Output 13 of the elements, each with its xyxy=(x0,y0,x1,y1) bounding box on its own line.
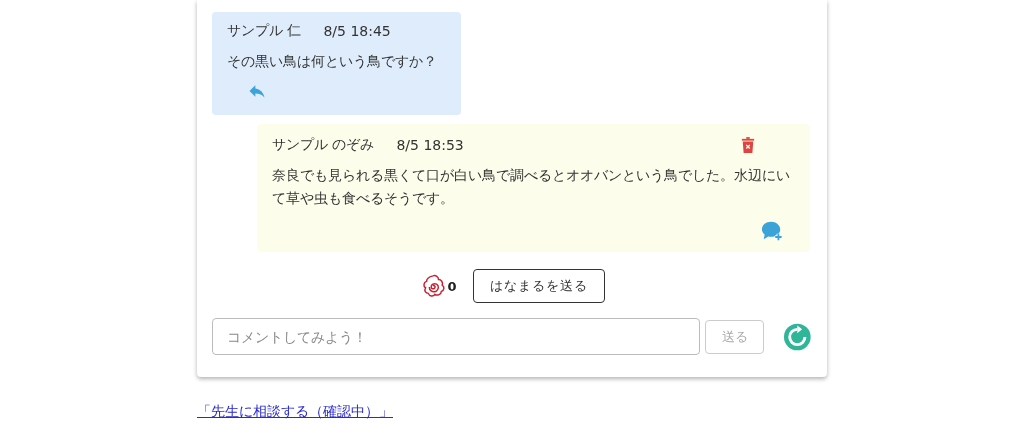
delete-icon[interactable] xyxy=(741,137,755,153)
timestamp: 8/5 18:53 xyxy=(396,137,464,153)
comment-field[interactable]: コメントしてみよう！ xyxy=(212,318,700,355)
consult-link[interactable]: 「先生に相談する（確認中）」 xyxy=(197,403,393,419)
send-hanamaru-button[interactable]: はなまるを送る xyxy=(472,269,605,303)
author-name: サンプル のぞみ xyxy=(272,136,375,154)
hanamaru-count: 0 xyxy=(447,278,457,294)
timestamp: 8/5 18:45 xyxy=(323,23,391,39)
author-name: サンプル 仁 xyxy=(227,22,302,40)
message-text: その黒い鳥は何という鳥ですか？ xyxy=(227,52,438,71)
refresh-icon[interactable] xyxy=(783,321,812,352)
add-comment-icon[interactable] xyxy=(761,220,783,242)
message-text: 奈良でも見られる黒くて口が白い鳥で調べるとオオバンという鳥でした。水辺にいて草や虫も食べるそうです。 xyxy=(272,166,791,208)
